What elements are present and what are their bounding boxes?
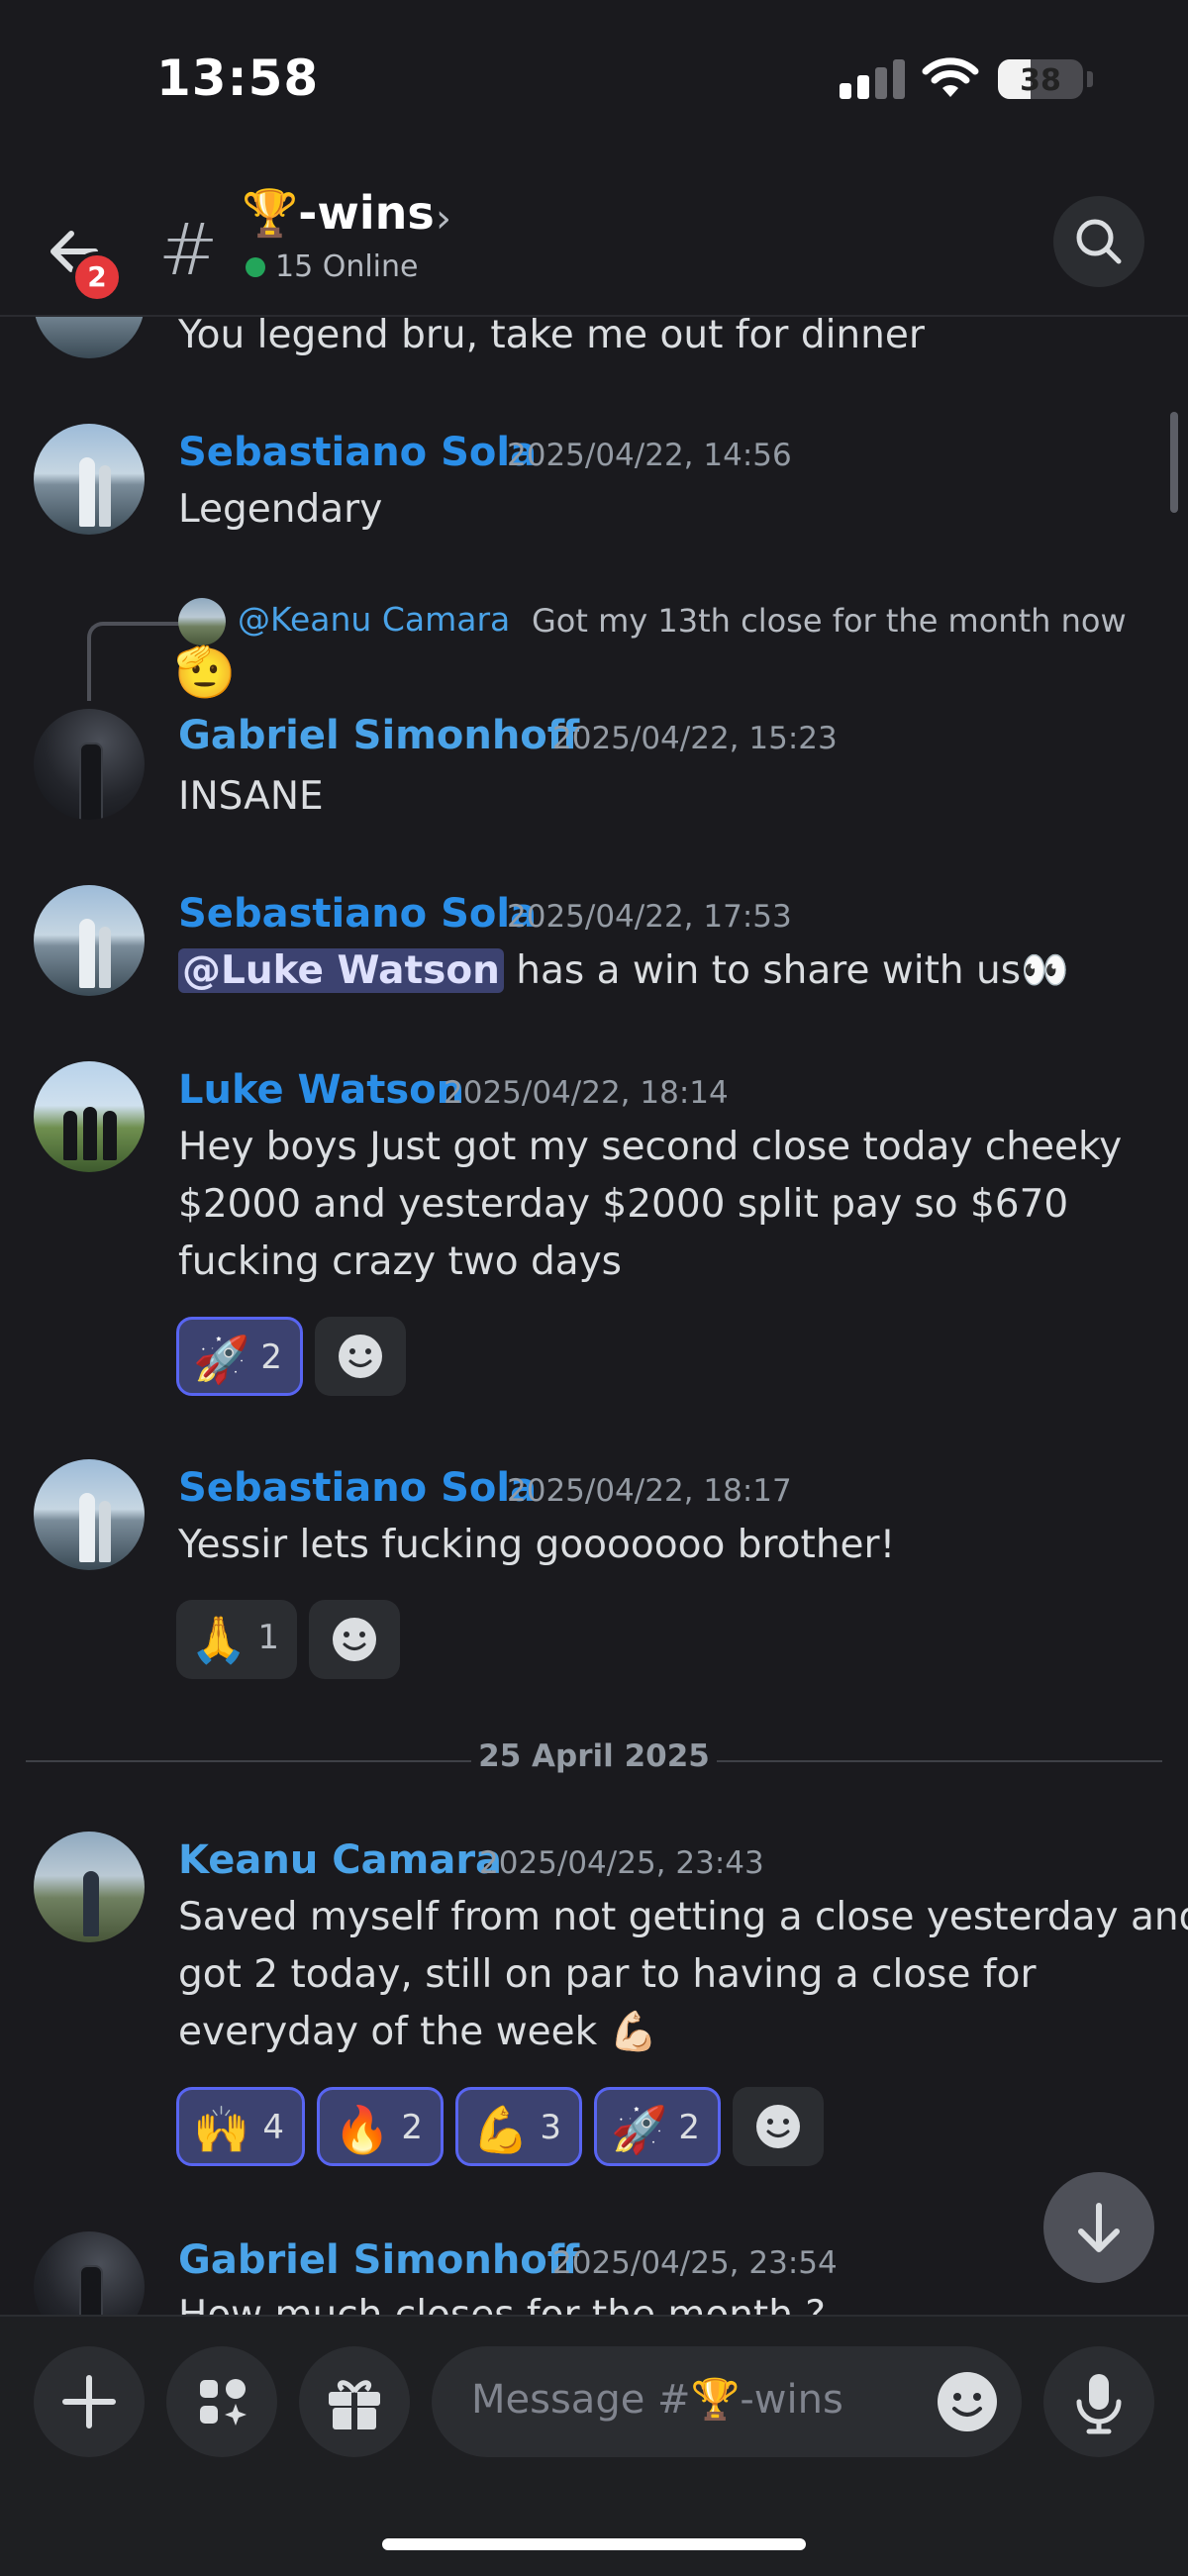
reply-avatar (178, 598, 226, 645)
gift-button[interactable] (299, 2346, 410, 2457)
message-timestamp: 2025/04/25, 23:43 (479, 1845, 764, 1881)
message-input[interactable]: Message #🏆-wins (432, 2346, 1022, 2457)
channel-header: 2 # 🏆-wins › 15 Online (0, 158, 1188, 317)
message-text: INSANE (178, 774, 324, 819)
avatar[interactable] (34, 1061, 145, 1172)
add-reaction-button[interactable] (315, 1317, 406, 1396)
date-divider: 25 April 2025 (478, 1738, 710, 1774)
add-reaction-button[interactable] (309, 1600, 400, 1679)
user-mention[interactable]: @Luke Watson (178, 948, 504, 993)
avatar[interactable] (34, 1459, 145, 1570)
reaction-raised-hands[interactable]: 🙌 4 (176, 2087, 305, 2166)
reply-mention[interactable]: @Keanu Camara (238, 600, 510, 639)
reply-preview[interactable]: Got my 13th close for the month now (532, 602, 1127, 640)
microphone-icon (1076, 2374, 1122, 2434)
reaction-emoji: 🙏 (190, 1613, 248, 1666)
status-time: 13:58 (156, 50, 320, 107)
message-text: @Luke Watson has a win to share with us👀 (178, 942, 1069, 1000)
search-button[interactable] (1053, 196, 1144, 287)
jump-to-present-button[interactable] (1043, 2172, 1154, 2283)
search-icon (1076, 219, 1122, 264)
message-timestamp: 2025/04/22, 18:14 (444, 1075, 729, 1111)
reaction-fire[interactable]: 🔥 2 (317, 2087, 444, 2166)
reply-emoji: 🫡 (174, 644, 237, 701)
message-composer: Message #🏆-wins (0, 2315, 1188, 2576)
apps-icon (200, 2379, 247, 2426)
wifi-icon (922, 57, 979, 97)
message-text: Legendary (178, 487, 383, 532)
add-reaction-icon (339, 1335, 382, 1378)
battery-nub (1087, 71, 1093, 87)
online-count: 15 Online (275, 249, 419, 284)
reaction-rocket[interactable]: 🚀 2 (594, 2087, 721, 2166)
message-line: Saved myself from not getting a close ye… (178, 1895, 1188, 1939)
reaction-flexed-biceps[interactable]: 💪 3 (455, 2087, 582, 2166)
message-feed[interactable]: You legend bru, take me out for dinner S… (0, 317, 1188, 2315)
message-line: everyday of the week 💪🏻 (178, 2010, 658, 2054)
reply-connector (87, 622, 180, 701)
message-line: $2000 and yesterday $2000 split pay so $… (178, 1182, 1069, 1227)
avatar[interactable] (34, 1832, 145, 1942)
avatar[interactable] (34, 709, 145, 820)
author-name[interactable]: Gabriel Simonhoff (178, 2237, 579, 2283)
author-name[interactable]: Sebastiano Sola (178, 430, 537, 475)
reaction-emoji: 🙌 (193, 2103, 250, 2156)
author-name[interactable]: Gabriel Simonhoff (178, 713, 579, 758)
author-name[interactable]: Keanu Camara (178, 1837, 502, 1883)
channel-hash-icon: # (158, 208, 219, 291)
home-indicator[interactable] (382, 2538, 806, 2550)
message-timestamp: 2025/04/22, 15:23 (552, 721, 838, 756)
message-line: Hey boys Just got my second close today … (178, 1125, 1123, 1169)
avatar[interactable] (34, 424, 145, 535)
unread-badge: 2 (71, 251, 123, 303)
reaction-emoji: 🚀 (193, 1333, 250, 1386)
reaction-emoji: 💪 (472, 2103, 530, 2156)
reaction-count: 2 (401, 2108, 423, 2147)
message-line: fucking crazy two days (178, 1239, 623, 1284)
emoji-icon[interactable] (933, 2367, 1002, 2436)
reaction-pray[interactable]: 🙏 1 (176, 1600, 297, 1679)
message-timestamp: 2025/04/25, 23:54 (552, 2245, 838, 2281)
cellular-signal-icon (840, 59, 905, 99)
reaction-count: 3 (540, 2108, 561, 2147)
avatar[interactable] (34, 885, 145, 996)
battery-level: 38 (1020, 63, 1061, 98)
avatar[interactable] (34, 317, 145, 358)
add-reaction-icon (756, 2105, 800, 2148)
reaction-count: 2 (260, 1338, 282, 1377)
message-input-placeholder: Message #🏆-wins (471, 2377, 843, 2423)
status-bar: 13:58 38 (0, 0, 1188, 158)
message-timestamp: 2025/04/22, 17:53 (507, 899, 792, 935)
battery-icon: 38 (998, 59, 1083, 99)
author-name[interactable]: Luke Watson (178, 1067, 464, 1113)
message-text: Yessir lets fucking gooooooo brother! (178, 1523, 896, 1567)
reaction-count: 2 (678, 2108, 700, 2147)
jump-to-present-icon (1078, 2203, 1120, 2252)
reaction-emoji: 🔥 (334, 2103, 391, 2156)
chevron-right-icon[interactable]: › (436, 196, 451, 242)
avatar[interactable] (34, 2231, 145, 2315)
reaction-count: 4 (262, 2108, 284, 2147)
online-status-dot (246, 257, 265, 277)
voice-button[interactable] (1043, 2346, 1154, 2457)
add-reaction-icon (333, 1618, 376, 1661)
apps-button[interactable] (166, 2346, 277, 2457)
reaction-emoji: 🚀 (611, 2103, 668, 2156)
author-name[interactable]: Sebastiano Sola (178, 891, 537, 937)
message-text-rest: has a win to share with us👀 (503, 948, 1069, 993)
reaction-rocket[interactable]: 🚀 2 (176, 1317, 303, 1396)
add-reaction-button[interactable] (733, 2087, 824, 2166)
author-name[interactable]: Sebastiano Sola (178, 1465, 537, 1511)
message-timestamp: 2025/04/22, 18:17 (507, 1473, 792, 1509)
channel-name[interactable]: 🏆-wins (242, 186, 435, 241)
message-text: You legend bru, take me out for dinner (178, 317, 925, 357)
message-line: got 2 today, still on par to having a cl… (178, 1952, 1037, 1997)
gift-icon (329, 2380, 380, 2429)
message-text: How much closes for the month ? (178, 2287, 826, 2315)
plus-icon (62, 2375, 116, 2428)
attach-button[interactable] (34, 2346, 145, 2457)
reaction-count: 1 (257, 1618, 279, 1657)
message-timestamp: 2025/04/22, 14:56 (507, 438, 792, 473)
